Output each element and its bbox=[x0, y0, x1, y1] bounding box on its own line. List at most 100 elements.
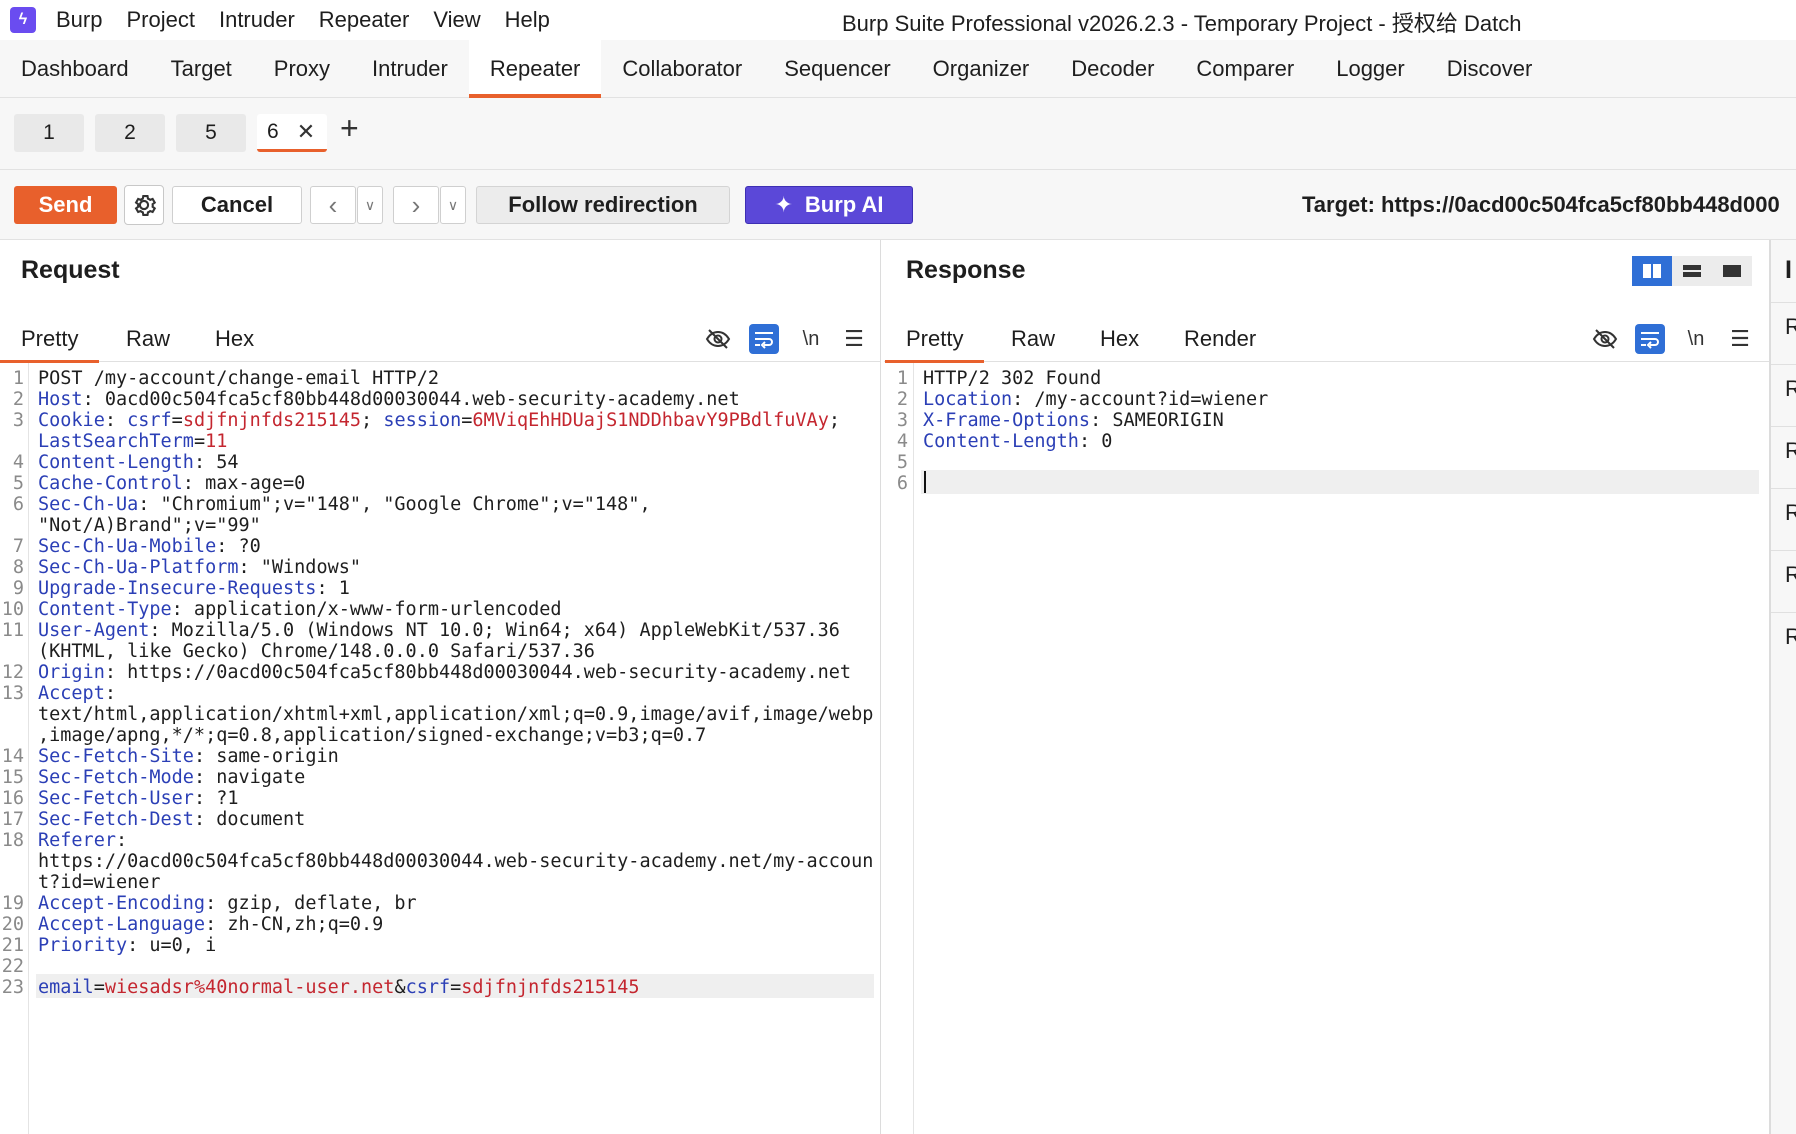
close-icon[interactable]: ✕ bbox=[297, 119, 315, 145]
send-button[interactable]: Send bbox=[14, 186, 117, 224]
inspector-section[interactable]: R bbox=[1785, 500, 1796, 526]
inspector-section[interactable]: R bbox=[1785, 624, 1796, 650]
tab-dashboard[interactable]: Dashboard bbox=[0, 40, 150, 97]
menu-help[interactable]: Help bbox=[505, 7, 550, 33]
code-text: : max-age=0 bbox=[182, 473, 306, 494]
header-name: Accept-Language bbox=[38, 914, 206, 935]
code-text: ; bbox=[828, 410, 840, 431]
tab-comparer[interactable]: Comparer bbox=[1175, 40, 1315, 97]
single-pane-icon[interactable] bbox=[1712, 256, 1752, 286]
inspector-section[interactable]: R bbox=[1785, 376, 1796, 402]
header-name: Accept bbox=[38, 683, 105, 704]
request-tab-pretty[interactable]: Pretty bbox=[0, 316, 101, 363]
back-chevron-icon[interactable]: ‹ bbox=[310, 186, 356, 224]
wrap-lines-icon[interactable] bbox=[1635, 324, 1665, 354]
code-text: : same-origin bbox=[193, 746, 339, 767]
burp-logo-icon: ϟ bbox=[10, 7, 36, 33]
add-tab-icon[interactable]: + bbox=[340, 112, 359, 144]
header-name: Origin bbox=[38, 662, 105, 683]
hide-eye-icon[interactable] bbox=[1590, 324, 1620, 354]
header-name: Cache-Control bbox=[38, 473, 183, 494]
param-value: sdjfnjnfds215145 bbox=[182, 410, 362, 431]
newline-toggle[interactable]: \n bbox=[1681, 324, 1711, 354]
line-number: 18 bbox=[1, 830, 24, 851]
split-vertical-icon[interactable] bbox=[1672, 256, 1712, 286]
code-text: ; bbox=[361, 410, 384, 431]
tab-repeater[interactable]: Repeater bbox=[468, 40, 602, 98]
code-text: ,image/apng,*/*;q=0.8,application/signed… bbox=[38, 725, 707, 746]
header-name: Priority bbox=[38, 935, 128, 956]
menu-repeater[interactable]: Repeater bbox=[319, 7, 410, 33]
forward-chevron-icon[interactable]: › bbox=[393, 186, 439, 224]
hide-eye-icon[interactable] bbox=[703, 324, 733, 354]
code-line: Content-Length: 0 bbox=[923, 430, 1112, 454]
menu-hamburger-icon[interactable]: ☰ bbox=[1725, 324, 1755, 354]
code-line: Origin: https://0acd00c504fca5cf80bb448d… bbox=[38, 661, 851, 685]
code-text: : SAMEORIGIN bbox=[1090, 410, 1224, 431]
repeater-tab-6[interactable]: 6 ✕ bbox=[257, 114, 327, 152]
line-number: 6 bbox=[896, 473, 908, 494]
code-text: t?id=wiener bbox=[38, 872, 161, 893]
header-name: email bbox=[38, 977, 94, 998]
response-tab-hex[interactable]: Hex bbox=[1100, 316, 1139, 362]
newline-toggle[interactable]: \n bbox=[796, 324, 826, 354]
param-value: sdjfnjnfds215145 bbox=[461, 977, 640, 998]
response-tab-pretty[interactable]: Pretty bbox=[884, 316, 986, 363]
repeater-tab-2[interactable]: 2 bbox=[95, 114, 165, 152]
tab-organizer[interactable]: Organizer bbox=[912, 40, 1051, 97]
header-name: LastSearchTerm bbox=[38, 431, 194, 452]
back-dropdown-chevron-icon[interactable]: ∨ bbox=[357, 186, 383, 224]
code-text: (KHTML, like Gecko) Chrome/148.0.0.0 Saf… bbox=[38, 641, 595, 662]
settings-gear-icon[interactable] bbox=[124, 185, 164, 225]
header-name: Content-Length bbox=[923, 431, 1079, 452]
response-tab-raw[interactable]: Raw bbox=[1011, 316, 1055, 362]
split-horizontal-icon[interactable] bbox=[1632, 256, 1672, 286]
inspector-divider bbox=[1771, 550, 1796, 551]
header-name: Cookie bbox=[38, 410, 105, 431]
cancel-button[interactable]: Cancel bbox=[172, 186, 302, 224]
inspector-divider bbox=[1771, 364, 1796, 365]
sparkle-icon: ✦ bbox=[774, 192, 793, 217]
tab-intruder[interactable]: Intruder bbox=[351, 40, 469, 97]
request-tab-hex[interactable]: Hex bbox=[215, 316, 254, 362]
inspector-section[interactable]: R bbox=[1785, 314, 1796, 340]
repeater-tabs: 1 2 5 6 ✕ bbox=[0, 98, 1796, 170]
menu-project[interactable]: Project bbox=[126, 7, 194, 33]
menu-burp[interactable]: Burp bbox=[56, 7, 102, 33]
burp-ai-button[interactable]: ✦ Burp AI bbox=[745, 186, 913, 224]
header-name: Upgrade-Insecure-Requests bbox=[38, 578, 317, 599]
response-tab-render[interactable]: Render bbox=[1184, 316, 1256, 362]
menu-intruder[interactable]: Intruder bbox=[219, 7, 295, 33]
response-panel: Response Pretty Raw Hex Render \n ☰ 1 HTT… bbox=[884, 240, 1770, 1134]
repeater-tab-5[interactable]: 5 bbox=[176, 114, 246, 152]
menu-hamburger-icon[interactable]: ☰ bbox=[839, 324, 869, 354]
inspector-section[interactable]: R bbox=[1785, 562, 1796, 588]
header-name: Sec-Fetch-Site bbox=[38, 746, 194, 767]
repeater-tab-1[interactable]: 1 bbox=[14, 114, 84, 152]
tab-sequencer[interactable]: Sequencer bbox=[763, 40, 911, 97]
tab-proxy[interactable]: Proxy bbox=[253, 40, 351, 97]
inspector-divider bbox=[1771, 426, 1796, 427]
request-tab-raw[interactable]: Raw bbox=[126, 316, 170, 362]
code-text: : 1 bbox=[316, 578, 350, 599]
tab-collaborator[interactable]: Collaborator bbox=[601, 40, 763, 97]
header-name: Content-Length bbox=[38, 452, 194, 473]
tab-target[interactable]: Target bbox=[150, 40, 253, 97]
follow-redirection-button[interactable]: Follow redirection bbox=[476, 186, 730, 224]
header-name: csrf bbox=[127, 410, 172, 431]
inspector-section[interactable]: R bbox=[1785, 438, 1796, 464]
tab-logger[interactable]: Logger bbox=[1315, 40, 1426, 97]
response-editor[interactable]: 1 HTTP/2 302 Found 2 Location: /my-account?… bbox=[884, 363, 1769, 1134]
tab-decoder[interactable]: Decoder bbox=[1050, 40, 1175, 97]
code-line: https://0acd00c504fca5cf80bb448d00030044… bbox=[38, 850, 873, 874]
forward-dropdown-chevron-icon[interactable]: ∨ bbox=[440, 186, 466, 224]
menu-view[interactable]: View bbox=[433, 7, 480, 33]
request-editor[interactable]: 1 POST /my-account/change-email HTTP/2 2 Ho… bbox=[0, 363, 880, 1134]
tab-discover[interactable]: Discover bbox=[1426, 40, 1554, 97]
repeater-tab-6-label: 6 bbox=[267, 119, 279, 143]
wrap-lines-icon[interactable] bbox=[749, 324, 779, 354]
target-url[interactable]: Target: https://0acd00c504fca5cf80bb448d… bbox=[1302, 192, 1780, 218]
request-panel: Request Pretty Raw Hex \n ☰ 1 POST /my-ac… bbox=[0, 240, 881, 1134]
code-text: & bbox=[394, 977, 406, 998]
header-name: Sec-Fetch-Dest bbox=[38, 809, 194, 830]
